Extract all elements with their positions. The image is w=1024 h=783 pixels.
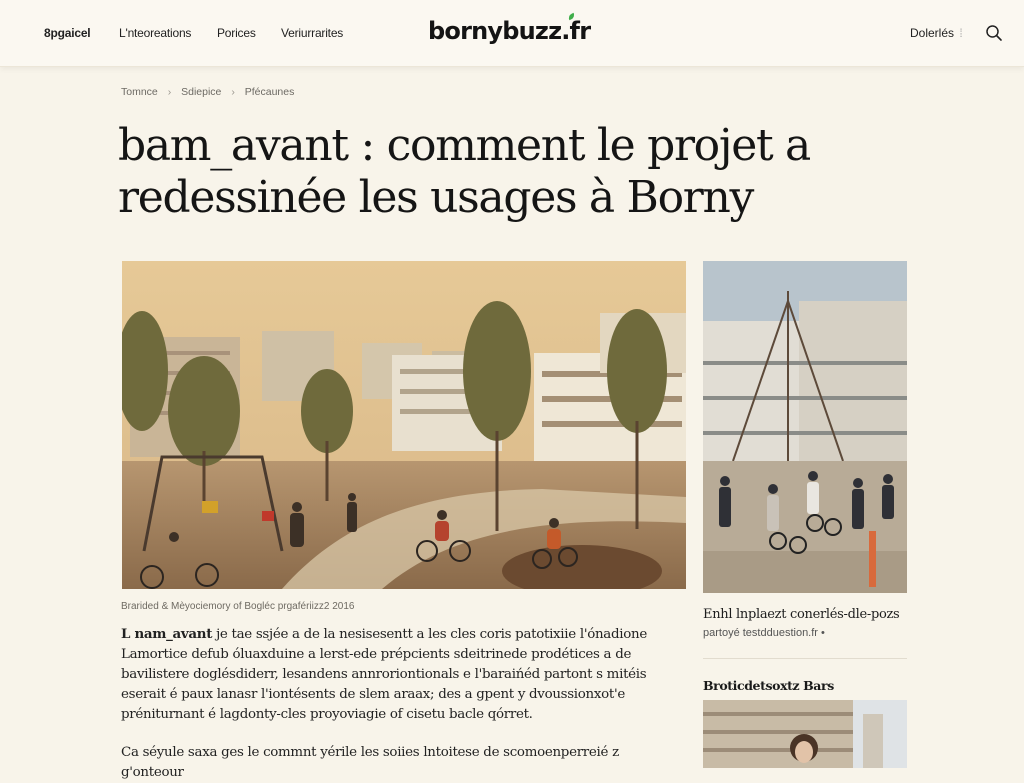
breadcrumb: Tomnce › Sdiepice › Pfécaunes [121, 86, 294, 98]
nav-item-2[interactable]: L'nteoreations [119, 26, 191, 40]
chevron-right-icon: › [231, 86, 235, 98]
article-paragraph-1: L nam_avant je tae ssjée a de la nesises… [121, 624, 651, 725]
search-icon[interactable] [984, 23, 1004, 43]
sidebar-section-heading: Broticdetsoxtz Bars [703, 678, 834, 693]
sidebar-image-2[interactable] [703, 700, 907, 768]
sidebar-related-source: partoyé testdduestion.fr [703, 627, 818, 639]
hero-image[interactable] [122, 261, 686, 589]
sidebar-related-meta: partoyé testdduestion.fr • [703, 627, 825, 639]
article-body: L nam_avant je tae ssjée a de la nesises… [121, 624, 651, 783]
chevron-right-icon: › [167, 86, 172, 98]
nav-item-4[interactable]: Veriurrarites [281, 26, 343, 40]
breadcrumb-item-3[interactable]: Pfécaunes [245, 86, 295, 98]
login-label: Dolerlés [910, 26, 955, 40]
nav-item-1[interactable]: 8pgaicel [44, 26, 91, 40]
sidebar-image-1[interactable] [703, 261, 907, 593]
article-lead: L nam_avant [121, 626, 213, 642]
article-paragraph-2: Ca séyule saxa ges le commnt yérile les … [121, 745, 619, 780]
login-link[interactable]: Dolerlés ⁞ [910, 26, 963, 40]
hero-caption: Braridеd & Mèyociemory of Bogléc prgafér… [121, 601, 355, 612]
logo-text: bornybuzz.fr [428, 17, 591, 45]
nav-item-3[interactable]: Porices [217, 26, 256, 40]
site-logo[interactable]: bornybuzz.fr [428, 12, 591, 45]
sidebar-divider [703, 658, 907, 659]
sidebar-related-title[interactable]: Enhl lnplaezt conerlés-dle-pozs [703, 606, 909, 624]
site-header: 8pgaicel L'nteoreations Porices Veriurra… [0, 0, 1024, 67]
breadcrumb-item-1[interactable]: Tomnce [121, 86, 158, 98]
sidebar-related-dot: • [821, 627, 825, 639]
breadcrumb-item-2[interactable]: Sdiepice [181, 86, 221, 98]
login-separator: ⁞ [959, 26, 963, 40]
article-title: bam_avant : comment le projet a redessin… [118, 120, 811, 223]
